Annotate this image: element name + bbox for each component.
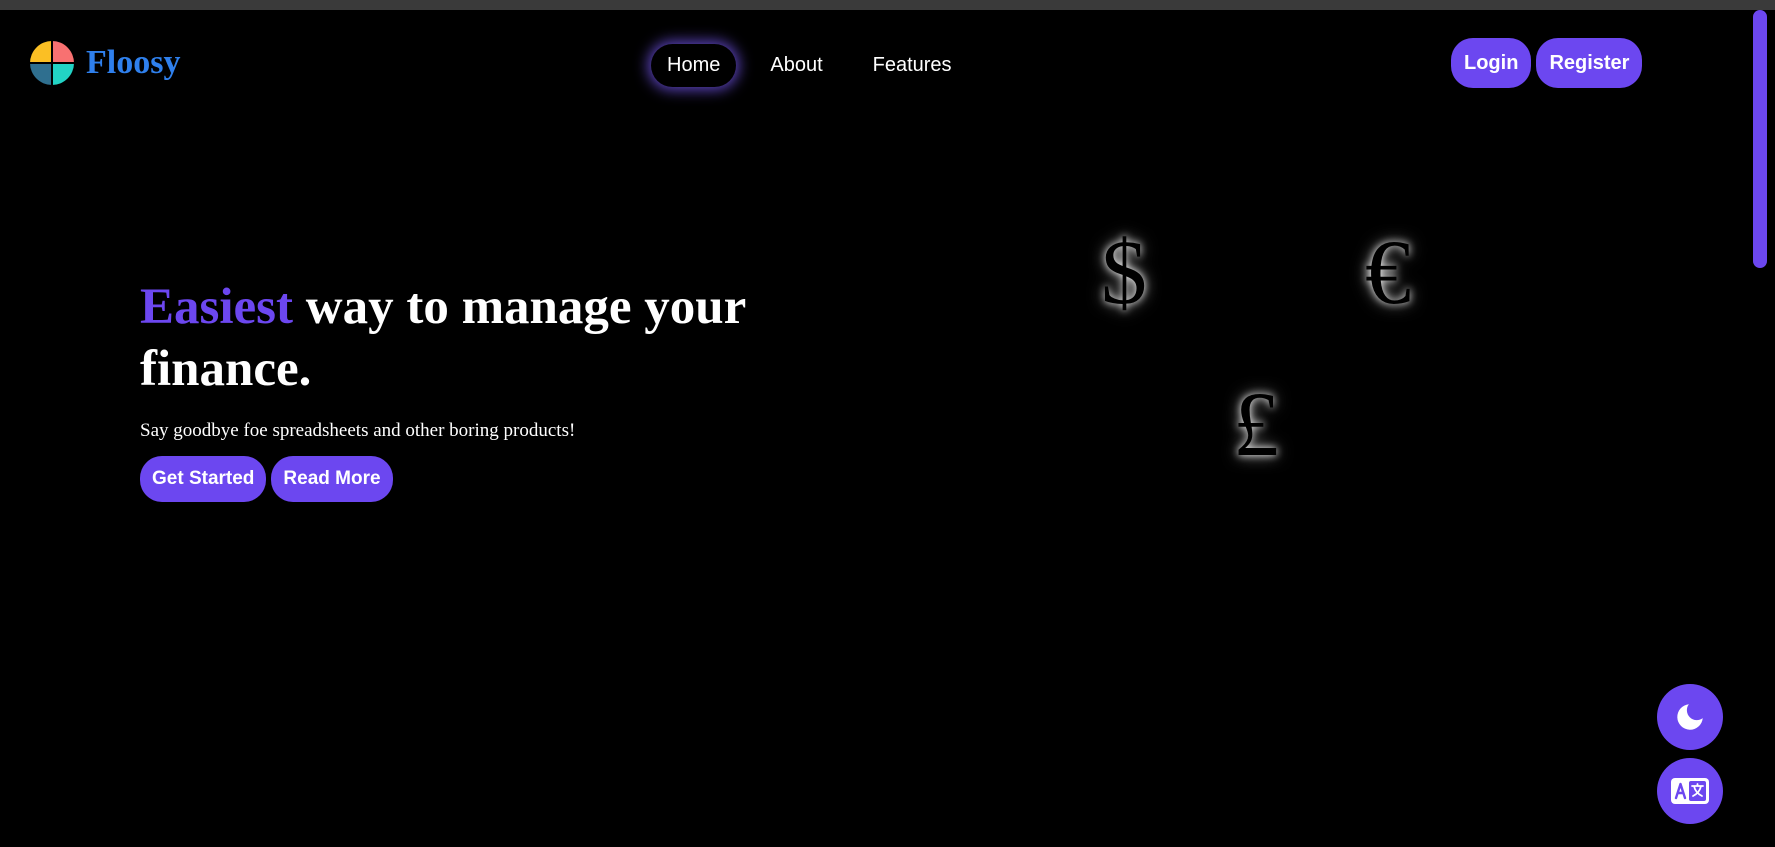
nav-item-features[interactable]: Features: [857, 44, 968, 87]
logo-icon: [30, 41, 74, 85]
browser-top-strip: [0, 0, 1775, 10]
hero-title: Easiest way to manage your finance.: [140, 276, 760, 400]
page-viewport: Floosy Home About Features Login Registe…: [0, 10, 1753, 847]
hero-subtitle: Say goodbye foe spreadsheets and other b…: [140, 420, 576, 441]
nav-item-home[interactable]: Home: [651, 44, 737, 87]
translate-icon: [1671, 778, 1709, 804]
language-toggle-button[interactable]: [1657, 758, 1723, 824]
auth-buttons: Login Register: [1451, 38, 1643, 88]
theme-toggle-button[interactable]: [1657, 684, 1723, 750]
hero-title-accent: Easiest: [140, 279, 293, 335]
read-more-button[interactable]: Read More: [271, 456, 393, 502]
get-started-button[interactable]: Get Started: [140, 456, 267, 502]
login-button[interactable]: Login: [1451, 38, 1532, 88]
brand-logo[interactable]: Floosy: [30, 41, 180, 85]
scrollbar-thumb[interactable]: [1753, 10, 1767, 268]
moon-icon: [1677, 704, 1703, 730]
brand-name: Floosy: [86, 44, 181, 81]
hero-section: Easiest way to manage your finance. Say …: [140, 276, 760, 502]
main-nav: Home About Features: [651, 44, 968, 87]
register-button[interactable]: Register: [1536, 38, 1643, 88]
nav-item-about[interactable]: About: [754, 44, 838, 87]
dollar-symbol: $: [1101, 221, 1147, 323]
pound-symbol: £: [1233, 373, 1279, 475]
hero-actions: Get Started Read More: [140, 456, 760, 502]
euro-symbol: €: [1365, 221, 1411, 323]
